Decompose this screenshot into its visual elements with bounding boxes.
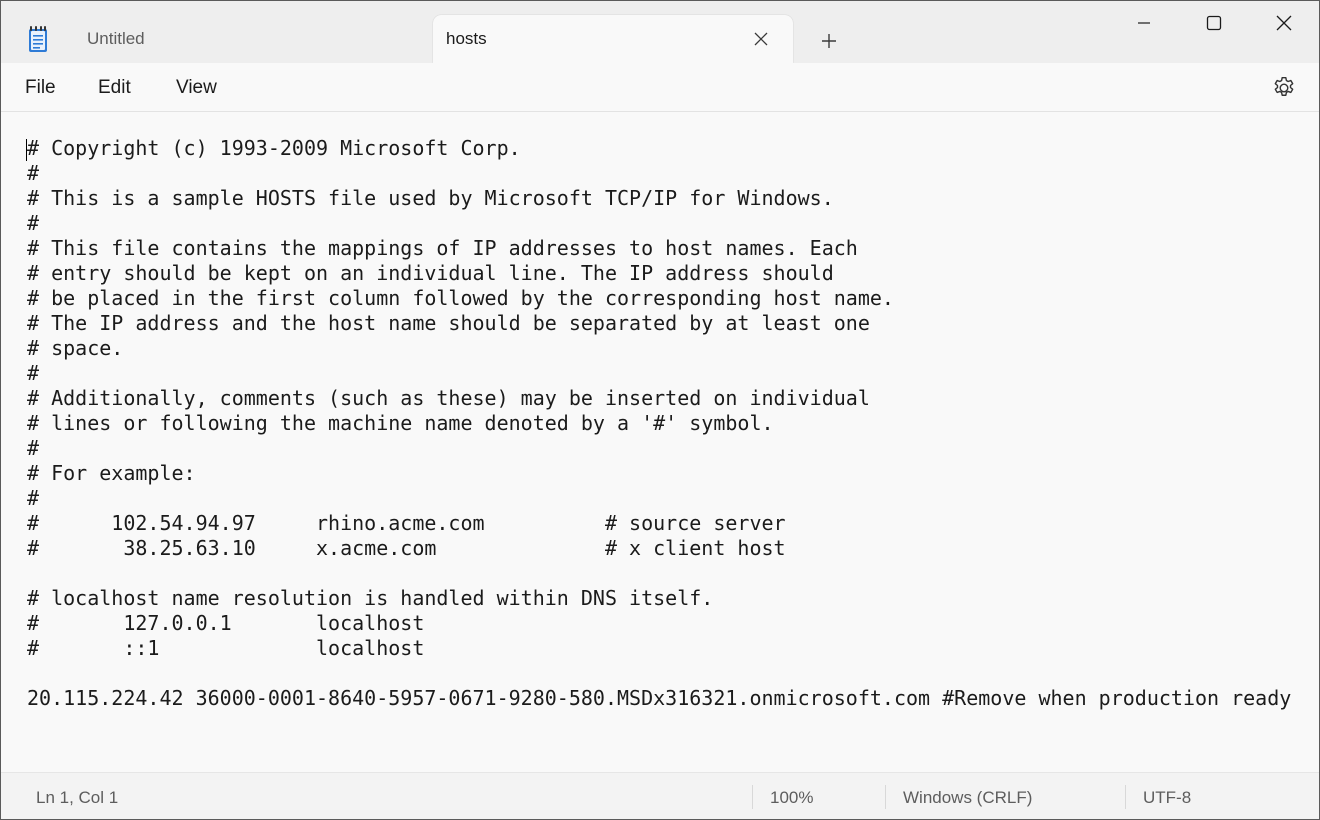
notepad-window: Untitled hosts File Edit View # Copyrigh… [0, 0, 1320, 820]
status-divider [885, 785, 886, 809]
tab-label: hosts [446, 29, 487, 48]
status-divider [752, 785, 753, 809]
close-icon[interactable] [747, 25, 775, 53]
status-divider [1125, 785, 1126, 809]
notepad-icon [29, 26, 47, 52]
plus-icon[interactable] [811, 25, 847, 57]
status-bar: Ln 1, Col 1 100% Windows (CRLF) UTF-8 [1, 772, 1319, 819]
tab-untitled[interactable]: Untitled [61, 15, 433, 63]
gear-icon[interactable] [1271, 75, 1297, 101]
menu-edit[interactable]: Edit [96, 77, 133, 99]
menu-view[interactable]: View [174, 77, 219, 99]
editor-content[interactable]: # Copyright (c) 1993-2009 Microsoft Corp… [27, 136, 1291, 711]
text-editor[interactable]: # Copyright (c) 1993-2009 Microsoft Corp… [1, 112, 1319, 771]
encoding[interactable]: UTF-8 [1143, 788, 1191, 808]
close-icon[interactable] [1249, 1, 1319, 45]
tab-hosts[interactable]: hosts [433, 15, 793, 63]
maximize-icon[interactable] [1179, 1, 1249, 45]
menu-bar: File Edit View [1, 63, 1319, 112]
title-bar: Untitled hosts [1, 1, 1319, 63]
tab-label: Untitled [87, 29, 145, 48]
line-endings[interactable]: Windows (CRLF) [903, 788, 1032, 808]
zoom-level[interactable]: 100% [770, 788, 813, 808]
cursor-position: Ln 1, Col 1 [36, 788, 119, 807]
menu-file[interactable]: File [23, 77, 58, 99]
minimize-icon[interactable] [1109, 1, 1179, 45]
